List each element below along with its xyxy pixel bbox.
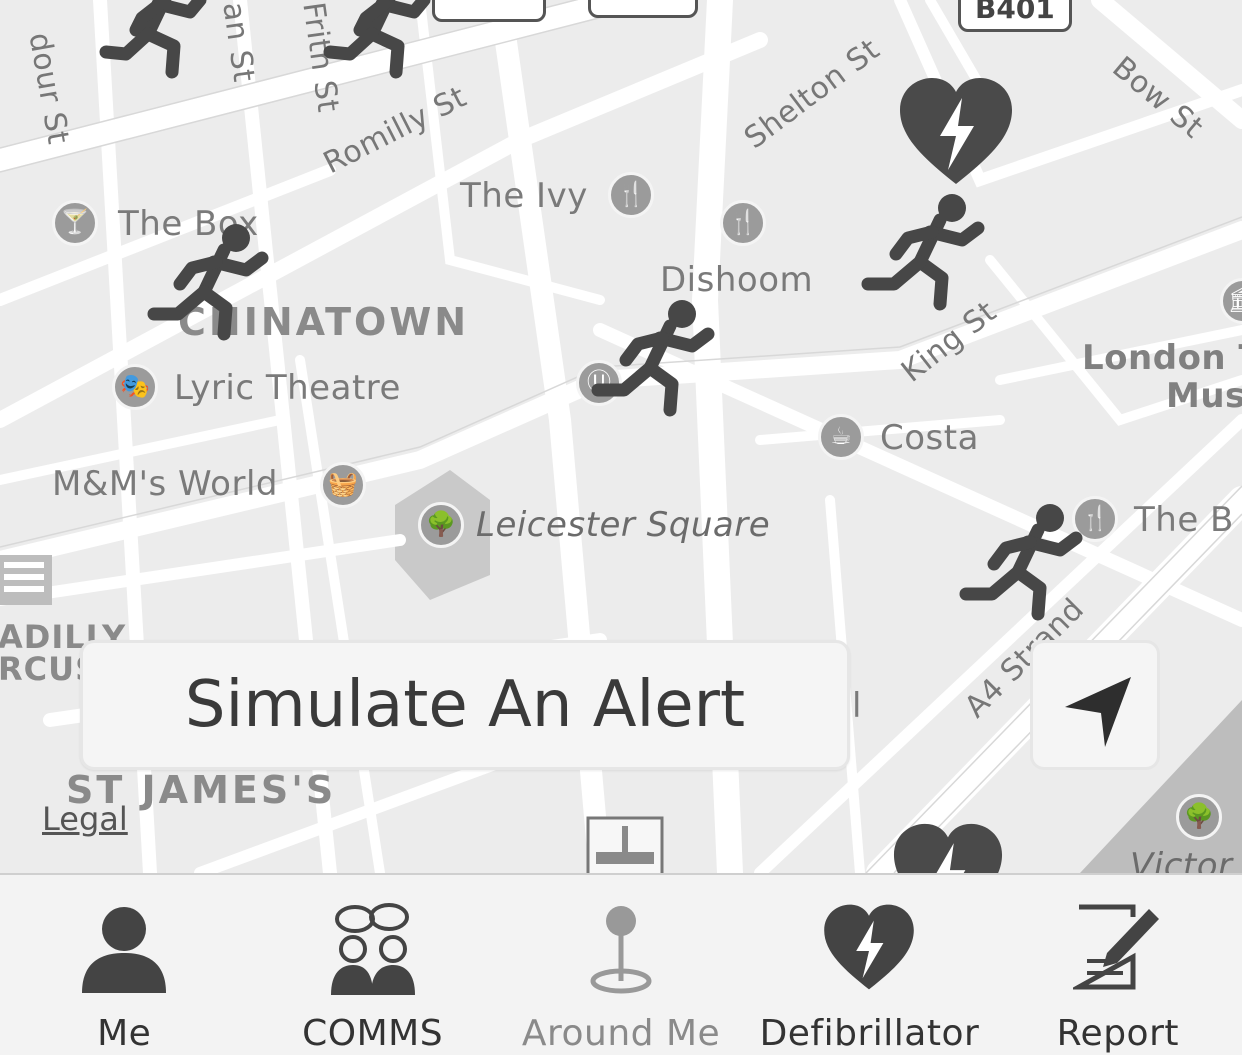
poi-label-the-ivy[interactable]: The Ivy — [460, 176, 588, 216]
report-edit-icon — [1072, 904, 1159, 990]
poi-label-london-transport[interactable]: London T — [1082, 338, 1242, 378]
poi-label-mms-world[interactable]: M&M's World — [52, 464, 278, 504]
poi-label-lyric-theatre[interactable]: Lyric Theatre — [174, 368, 401, 408]
bar-icon[interactable]: 🍸 — [52, 200, 98, 246]
runner-marker-icon[interactable] — [954, 496, 1084, 626]
cafe-icon[interactable]: ☕ — [818, 414, 864, 460]
runner-marker-icon[interactable] — [142, 218, 272, 348]
runner-marker-icon[interactable] — [320, 0, 450, 90]
tab-label: Report — [1056, 1013, 1179, 1054]
tab-label: COMMS — [302, 1013, 444, 1054]
park-tree-icon[interactable]: 🌳 — [1176, 794, 1222, 840]
restaurant-icon[interactable]: 🍴 — [608, 172, 654, 218]
tab-bar: Me COMMS Around Me Defibrillator Report — [0, 873, 1242, 1055]
road-badge-partial — [588, 0, 698, 18]
restaurant-icon[interactable]: 🍴 — [720, 200, 766, 246]
tab-me[interactable]: Me — [0, 875, 248, 1055]
map-view[interactable]: B401 dour St an St Frith St Romilly St S… — [0, 0, 1242, 873]
poi-label-the-b[interactable]: The B — [1134, 500, 1234, 540]
locate-me-button[interactable] — [1030, 640, 1160, 770]
theatre-icon[interactable]: 🎭 — [112, 364, 158, 410]
tab-label: Around Me — [521, 1013, 721, 1054]
map-pin-icon — [590, 906, 652, 994]
defibrillator-marker-icon[interactable] — [890, 820, 1006, 873]
tab-label: Me — [97, 1013, 152, 1054]
road-badge: B401 — [958, 0, 1072, 32]
defibrillator-heart-icon — [824, 904, 915, 990]
legal-link[interactable]: Legal — [42, 800, 128, 838]
tab-around-me[interactable]: Around Me — [497, 875, 745, 1055]
person-icon — [82, 907, 167, 993]
poi-label-victoria[interactable]: Victor — [1130, 846, 1233, 873]
park-tree-icon[interactable]: 🌳 — [418, 502, 464, 548]
simulate-alert-button[interactable]: Simulate An Alert — [80, 640, 850, 770]
poi-label-partial: l — [852, 686, 862, 726]
tab-defibrillator[interactable]: Defibrillator — [745, 875, 993, 1055]
runner-marker-icon[interactable] — [586, 292, 716, 422]
runner-marker-icon[interactable] — [856, 186, 986, 316]
location-arrow-icon — [1065, 677, 1131, 747]
tab-report[interactable]: Report — [994, 875, 1242, 1055]
poi-label-costa[interactable]: Costa — [880, 418, 979, 458]
shopping-basket-icon[interactable]: 🧺 — [320, 462, 366, 508]
tab-comms[interactable]: COMMS — [248, 875, 496, 1055]
poi-label-museum[interactable]: Mus — [1166, 376, 1242, 416]
runner-marker-icon[interactable] — [96, 0, 226, 90]
chat-people-icon — [330, 903, 415, 995]
tab-label: Defibrillator — [759, 1013, 980, 1054]
poi-label-leicester-square[interactable]: Leicester Square — [476, 505, 770, 545]
defibrillator-marker-icon[interactable] — [896, 74, 1016, 188]
